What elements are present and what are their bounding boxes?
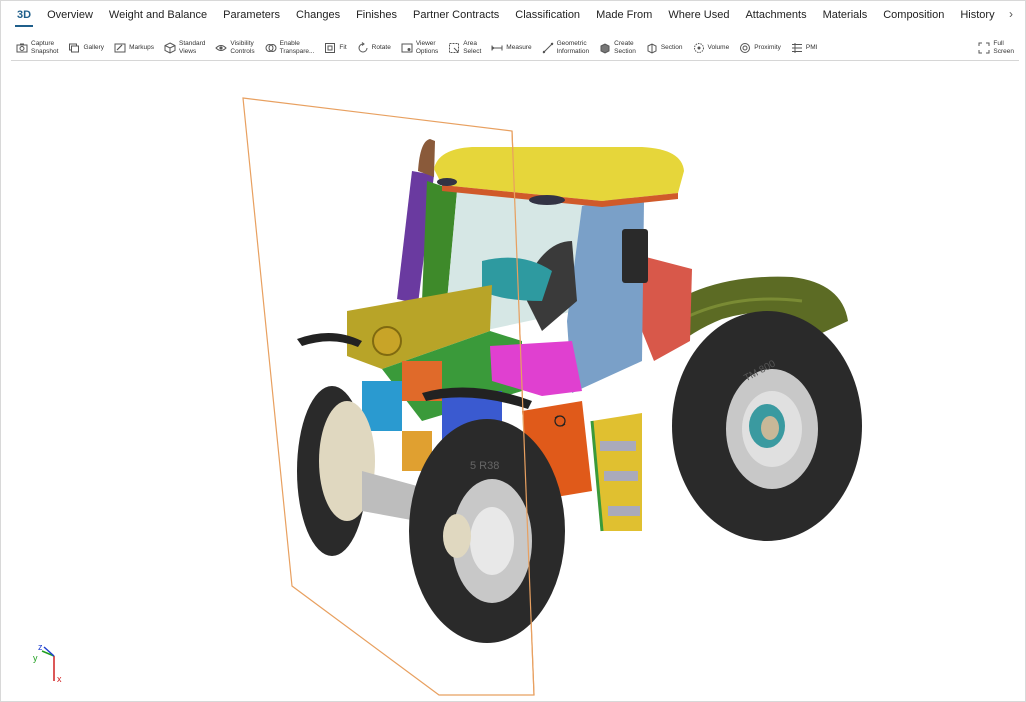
create-section-label-1: Create: [614, 40, 634, 47]
tab-where-used[interactable]: Where Used: [660, 1, 737, 29]
transparency-label-2: Transpare...: [279, 47, 315, 55]
viewer-options-icon: [401, 43, 413, 52]
rotate-button[interactable]: Rotate: [352, 36, 396, 60]
rotate-icon: [358, 41, 368, 52]
3d-viewport[interactable]: TM 800 5 R38 z y x: [2, 63, 1026, 702]
geometric-label-2: Information: [556, 47, 590, 55]
chevron-right-icon[interactable]: ›: [1009, 7, 1013, 21]
tab-3d[interactable]: 3D: [9, 1, 39, 29]
area-select-icon: [449, 42, 460, 53]
section-icon: [647, 42, 657, 54]
fit-label: Fit: [339, 43, 347, 51]
gallery-icon: [69, 43, 80, 52]
markup-icon: [114, 43, 126, 52]
fit-icon: [325, 42, 336, 53]
proximity-label: Proximity: [754, 43, 781, 51]
create-section-label-2: Section: [614, 47, 636, 55]
rear-wheel[interactable]: TM 800: [672, 311, 862, 541]
tab-bar: 3D Overview Weight and Balance Parameter…: [1, 1, 1026, 29]
full-screen-label-2: Screen: [993, 47, 1014, 55]
capture-label-2: Snapshot: [31, 47, 59, 55]
tractor-model-scene[interactable]: TM 800 5 R38 z y x: [2, 63, 1026, 702]
tab-partner-contracts[interactable]: Partner Contracts: [405, 1, 507, 29]
create-section-icon: [600, 42, 610, 54]
pmi-label: PMI: [805, 43, 818, 51]
tab-finishes[interactable]: Finishes: [348, 1, 405, 29]
full-screen-label-1: Full: [993, 40, 1004, 47]
enable-transparency-button[interactable]: Enable Transpare...: [260, 36, 320, 60]
viewer-options-label-2: Options: [415, 47, 439, 55]
visibility-controls-button[interactable]: Visibility Controls: [210, 36, 259, 60]
step-ladder: [590, 413, 642, 532]
proximity-icon: [740, 42, 751, 53]
measure-label: Measure: [506, 43, 532, 51]
cube-icon: [164, 41, 176, 54]
section-button[interactable]: Section: [641, 36, 688, 60]
tab-classification[interactable]: Classification: [507, 1, 588, 29]
tab-changes[interactable]: Changes: [288, 1, 348, 29]
capture-label-1: Capture: [31, 40, 55, 47]
volume-label: Volume: [707, 43, 730, 51]
viewer-options-label-1: Viewer: [415, 40, 436, 47]
volume-icon: [693, 42, 704, 53]
rear-body: [642, 256, 692, 361]
pmi-icon: [791, 42, 802, 53]
standard-views-button[interactable]: Standard Views: [159, 36, 210, 60]
standard-views-label-1: Standard: [179, 40, 206, 47]
tab-materials[interactable]: Materials: [815, 1, 876, 29]
full-screen-button[interactable]: Full Screen: [973, 36, 1019, 60]
measure-button[interactable]: Measure: [486, 36, 536, 60]
transparency-label-1: Enable: [279, 40, 300, 47]
tab-history[interactable]: History: [952, 1, 1002, 29]
geometric-label-1: Geometric: [556, 40, 587, 47]
front-tire-text: 5 R38: [470, 460, 499, 472]
axis-label-y: y: [33, 653, 38, 663]
gallery-button[interactable]: Gallery: [63, 36, 109, 60]
viewer-toolbar: Capture Snapshot Gallery Markups Standard…: [11, 35, 1019, 61]
gallery-label: Gallery: [83, 43, 105, 51]
tab-weight-and-balance[interactable]: Weight and Balance: [101, 1, 215, 29]
axis-label-x: x: [57, 674, 62, 684]
geometric-information-button[interactable]: Geometric Information: [537, 36, 595, 60]
create-section-button[interactable]: Create Section: [594, 36, 641, 60]
pmi-button[interactable]: PMI: [786, 36, 823, 60]
app-frame: 3D Overview Weight and Balance Parameter…: [0, 0, 1026, 702]
front-wheel-right[interactable]: 5 R38: [409, 419, 565, 643]
fit-button[interactable]: Fit: [319, 36, 351, 60]
proximity-button[interactable]: Proximity: [734, 36, 786, 60]
tab-overview[interactable]: Overview: [39, 1, 101, 29]
area-select-label-1: Area: [463, 40, 477, 47]
axis-triad: z y x: [33, 642, 62, 684]
transparency-icon: [265, 43, 277, 52]
camera-icon: [16, 43, 28, 52]
tab-parameters[interactable]: Parameters: [215, 1, 288, 29]
measure-icon: [491, 45, 503, 50]
viewer-options-button[interactable]: Viewer Options: [396, 36, 443, 60]
tab-composition[interactable]: Composition: [875, 1, 952, 29]
tab-made-from[interactable]: Made From: [588, 1, 660, 29]
capture-snapshot-button[interactable]: Capture Snapshot: [11, 36, 63, 60]
geometry-icon: [542, 42, 553, 53]
visibility-label-2: Controls: [230, 47, 255, 55]
eye-icon: [215, 44, 228, 51]
full-screen-icon: [978, 42, 990, 53]
standard-views-label-2: Views: [179, 47, 197, 55]
markups-label: Markups: [129, 43, 154, 51]
rotate-label: Rotate: [371, 43, 391, 51]
volume-button[interactable]: Volume: [688, 36, 735, 60]
axis-label-z: z: [38, 642, 43, 652]
markups-button[interactable]: Markups: [109, 36, 159, 60]
visibility-label-1: Visibility: [230, 40, 254, 47]
area-select-button[interactable]: Area Select: [443, 36, 486, 60]
area-select-label-2: Select: [463, 47, 482, 55]
tab-attachments[interactable]: Attachments: [737, 1, 814, 29]
section-label: Section: [660, 43, 683, 51]
